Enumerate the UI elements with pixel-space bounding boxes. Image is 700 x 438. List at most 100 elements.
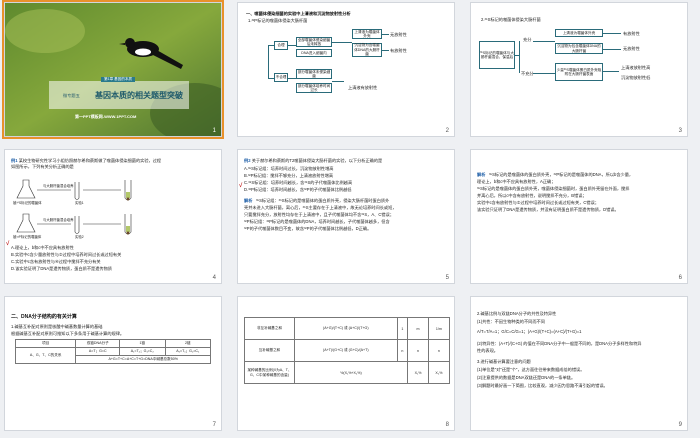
r2-strand2: n bbox=[427, 339, 451, 362]
node-h: 部分噬菌体培养时间过长 bbox=[296, 83, 332, 93]
analysis-line-2: 理论上，b和c中不应具有放射性，A正确； bbox=[477, 179, 556, 184]
slide-thumbnail-9[interactable]: 2.碱基比例与双链DNA分子的共性及特异性 (1)共性：不因生物种类的不同而不同… bbox=[470, 296, 688, 431]
line-9: (3)解题时最好画一下简图，比较直观，减少因为思路不清引起的错误。 bbox=[477, 383, 608, 388]
analysis-line-3: 只要搅拌充分，放射性均存在于上清液中，且子代噬菌体均不含³⁵S，A、C错误； bbox=[244, 212, 394, 217]
r1-formula: (A+G)/(T+C) 或 (A+C)/(T+G) bbox=[294, 317, 398, 340]
option-d: D.³²P标记组：培养时间越长，含³²P的子代噬菌体比例越低 bbox=[244, 187, 352, 192]
slide-number: 2 bbox=[445, 128, 449, 134]
slide-thumbnail-8[interactable]: 非互补碱基之和 (A+G)/(T+C) 或 (A+C)/(T+G) 1 m 1/m 互补… bbox=[237, 296, 455, 431]
rule-line-2: 根据碱基互补配对原则可推知以下多条用于碱基计算的规律。 bbox=[11, 331, 125, 336]
r2-label: 互补碱基之和 bbox=[244, 339, 295, 362]
mix-node: ³⁵S标记的噬菌体与大肠杆菌混合，保温后 bbox=[479, 41, 515, 69]
option-a: A.³⁵S标记组：培养时间过长，沉淀物放射性增高 bbox=[244, 166, 334, 171]
node-c: 上清液为噬菌体外壳 bbox=[555, 29, 603, 37]
r3-strand2: X₂% bbox=[427, 361, 451, 384]
slide-thumbnail-2[interactable]: 一、噬菌体侵染细菌的实验中上清液和沉淀物放射性分析 1.³²P标记的噬菌体侵染大… bbox=[237, 2, 455, 137]
option-d: D.该实验证明了DNA是遗传物质，蛋白质不是遗传物质 bbox=[11, 266, 112, 271]
branch-sufficient: 充分 bbox=[523, 37, 532, 42]
slide-sorter: 第1章 基因的本质 微专题五 基因本质的相关题型突破 第一PPT模板网-WWW.… bbox=[0, 0, 700, 438]
title-prefix: 微专题五 bbox=[63, 93, 80, 98]
base-relation-table: 项目 双链DNA分子 1链 2链 A、G、T、C的关系 A=T；G=C A₁=T₂；G₁=… bbox=[14, 339, 212, 364]
result-none: 无放射性 bbox=[623, 46, 640, 51]
option-a: A.理论上，b和c中不应具有放射性 bbox=[11, 245, 74, 250]
slide-number: 7 bbox=[212, 422, 216, 428]
node-d: DNA进入细菌内 bbox=[296, 49, 332, 57]
sub-heading: 1.³²P标记的噬菌体侵染大肠杆菌 bbox=[248, 18, 308, 23]
node-unreasonable: 不合理 bbox=[274, 73, 288, 82]
answer-check-mark: √ bbox=[6, 241, 10, 247]
analysis-line-5: ³²P的子代噬菌体数目不变，故含³²P的子代噬菌体比例越低，D正确。 bbox=[244, 226, 372, 231]
node-e: 上清液为噬菌体外壳 bbox=[352, 29, 382, 39]
slide-number: 1 bbox=[212, 128, 216, 134]
slide-number: 3 bbox=[678, 128, 682, 134]
analysis-line-1: ³⁵S标记组：³⁵S标记的是噬菌体的蛋白质外壳，侵染大肠杆菌时蛋白质外 bbox=[256, 198, 390, 203]
section-heading: 一、噬菌体侵染细菌的实验中上清液和沉淀物放射性分析 bbox=[246, 11, 351, 16]
line-5: 性的表现。 bbox=[477, 348, 498, 353]
result-supernatant: 上清液有放射性 bbox=[348, 85, 378, 90]
r2-formula: (A+T)/(G+C) 或 (G+C)/(A+T) bbox=[294, 339, 398, 362]
r1-label: 非互补碱基之和 bbox=[244, 317, 295, 340]
node-d: 沉淀物为包含噬菌体DNA的大肠杆菌 bbox=[555, 43, 603, 54]
fig-label-exp1: 实验1 bbox=[75, 201, 84, 205]
slide-thumbnail-5[interactable]: 例2 关于赫尔希和蔡斯的T2噬菌体侵染大肠杆菌的实验，以下分析正确的是 A.³⁵… bbox=[237, 149, 455, 284]
cell-strand2: A₂=T₁；G₂=C₁ bbox=[164, 347, 212, 356]
result-none: 无放射性 bbox=[390, 32, 407, 37]
rule-line-1: 1.碱基互补配对原则是核酸中碱基数量计算的基础 bbox=[11, 324, 103, 329]
line-1: 2.碱基比例与双链DNA分子的共性及特异性 bbox=[477, 311, 557, 316]
slide-number: 9 bbox=[678, 422, 682, 428]
question-stem-1: 某校生物研究性学习小组仿照赫尔希和蔡斯做了噬菌体侵染细菌的实验，过程 bbox=[18, 158, 162, 163]
slide-title: 基因本质的相关题型突破 bbox=[95, 91, 183, 100]
r1-strand2: 1/m bbox=[427, 317, 451, 340]
chapter-badge: 第1章 基因的本质 bbox=[101, 77, 136, 83]
option-c: C.³⁵S标记组：培养时间越长，含³⁵S的子代噬菌体比例越高 bbox=[244, 180, 353, 185]
option-c: C.实验中c含有放射性与④过程中搅拌不充分有关 bbox=[11, 259, 101, 264]
answer-check-mark: √ bbox=[239, 183, 243, 189]
slide-thumbnail-7[interactable]: 二、DNA分子结构的有关计算 1.碱基互补配对原则是核酸中碱基数量计算的基础 根… bbox=[4, 296, 222, 431]
option-b: B.³²P标记组：搅拌不够充分，上清液放射性增高 bbox=[244, 173, 334, 178]
line-4: (2)特异性：(A+T)/(C+G) 的值在不同DNA分子中一般是不同的，是DN… bbox=[477, 341, 642, 346]
r2-strand1: n bbox=[407, 339, 429, 362]
sub-heading: 2.³⁵S标记的噬菌体侵染大肠杆菌 bbox=[481, 17, 541, 22]
footer-text: 第一PPT模板网-WWW.1PPT.COM bbox=[75, 114, 137, 119]
slide-thumbnail-6[interactable]: 解析 ³⁵S标记的是噬菌体的蛋白质外壳，³²P标记的是噬菌体的DNA，所以b含少… bbox=[470, 149, 688, 284]
result-high: 上清液放射性高 bbox=[621, 65, 651, 70]
analysis-line-4: ³²P标记组：³²P标记的是噬菌体的DNA，培养时间越长，子代噬菌体越多，但含 bbox=[244, 219, 390, 224]
line-6: 3.进行碱基计算要注意的问题 bbox=[477, 359, 531, 364]
cell-double: A=T；G=C bbox=[75, 347, 121, 356]
option-b: B.实验中c含少量放射性与②过程中培养时间过长或过短有关 bbox=[11, 252, 122, 257]
analysis-line-3: ³⁵S标记的是噬菌体的蛋白质外壳，噬菌体侵染细菌时，蛋白质外壳留在外面，搅拌 bbox=[477, 186, 630, 191]
r2-double: n bbox=[396, 339, 409, 362]
node-g: 部分噬菌体未侵染细菌 bbox=[296, 69, 332, 79]
line-7: (1)单位是"对"还是"个"，这方面往往带来数据成倍的错误。 bbox=[477, 367, 585, 372]
th-double: 双链DNA分子 bbox=[75, 339, 121, 348]
branch-insufficient: 不充分 bbox=[521, 71, 534, 76]
experiment-figure bbox=[16, 179, 132, 235]
result-low: 沉淀物放射性低 bbox=[621, 75, 651, 80]
fig-label-s35: 被³⁵S标记的噬菌体 bbox=[13, 201, 42, 205]
r1-strand1: m bbox=[407, 317, 429, 340]
analysis-line-6: 该实验只证明了DNA是遗传物质，并没有证明蛋白质不是遗传物质，D错误。 bbox=[477, 207, 619, 212]
result-has: 有放射性 bbox=[390, 48, 407, 53]
slide-number: 6 bbox=[678, 275, 682, 281]
question-stem-2: 如图所示，下列有关分析正确的是 bbox=[11, 164, 74, 169]
slide-number: 5 bbox=[445, 275, 449, 281]
fig-label-exp2: 实验2 bbox=[75, 235, 84, 239]
question-stem: 关于赫尔希和蔡斯的T2噬菌体侵染大肠杆菌的实验，以下分析正确的是 bbox=[251, 158, 383, 163]
r1-double: 1 bbox=[396, 317, 409, 340]
node-c: 全部噬菌体侵染细菌后未释放 bbox=[296, 37, 332, 47]
slide-thumbnail-3[interactable]: 2.³⁵S标记的噬菌体侵染大肠杆菌 ³⁵S标记的噬菌体与大肠杆菌混合，保温后 充… bbox=[470, 2, 688, 137]
slide-number: 8 bbox=[445, 422, 449, 428]
node-f: 沉淀物为含噬菌体DNA的大肠杆菌 bbox=[352, 43, 382, 57]
node-reasonable: 合理 bbox=[274, 41, 288, 50]
slide-thumbnail-1[interactable]: 第1章 基因的本质 微专题五 基因本质的相关题型突破 第一PPT模板网-WWW.… bbox=[2, 0, 224, 139]
slide-thumbnail-4[interactable]: 例1 某校生物研究性学习小组仿照赫尔希和蔡斯做了噬菌体侵染细菌的实验，过程 如图… bbox=[4, 149, 222, 284]
analysis-label: 解析 bbox=[477, 172, 486, 177]
th-item: 项目 bbox=[14, 339, 77, 348]
analysis-line-2: 壳并未进入大肠杆菌，离心后，³⁵S主要存在于上清液中，故无论培养时间长或短， bbox=[244, 205, 397, 210]
line-8: (2)注意提供的数据是DNA双链还是DNA的一条单链。 bbox=[477, 375, 576, 380]
fig-label-p32: 被³²P标记的噬菌体 bbox=[13, 235, 42, 239]
example-label: 例1 bbox=[11, 158, 18, 163]
th-strand1: 1链 bbox=[119, 339, 166, 348]
analysis-label: 解析 bbox=[244, 198, 253, 203]
analysis-line-5: 实验中c含有放射性与②过程中培养时间过长或过短有关，C错误； bbox=[477, 200, 599, 205]
